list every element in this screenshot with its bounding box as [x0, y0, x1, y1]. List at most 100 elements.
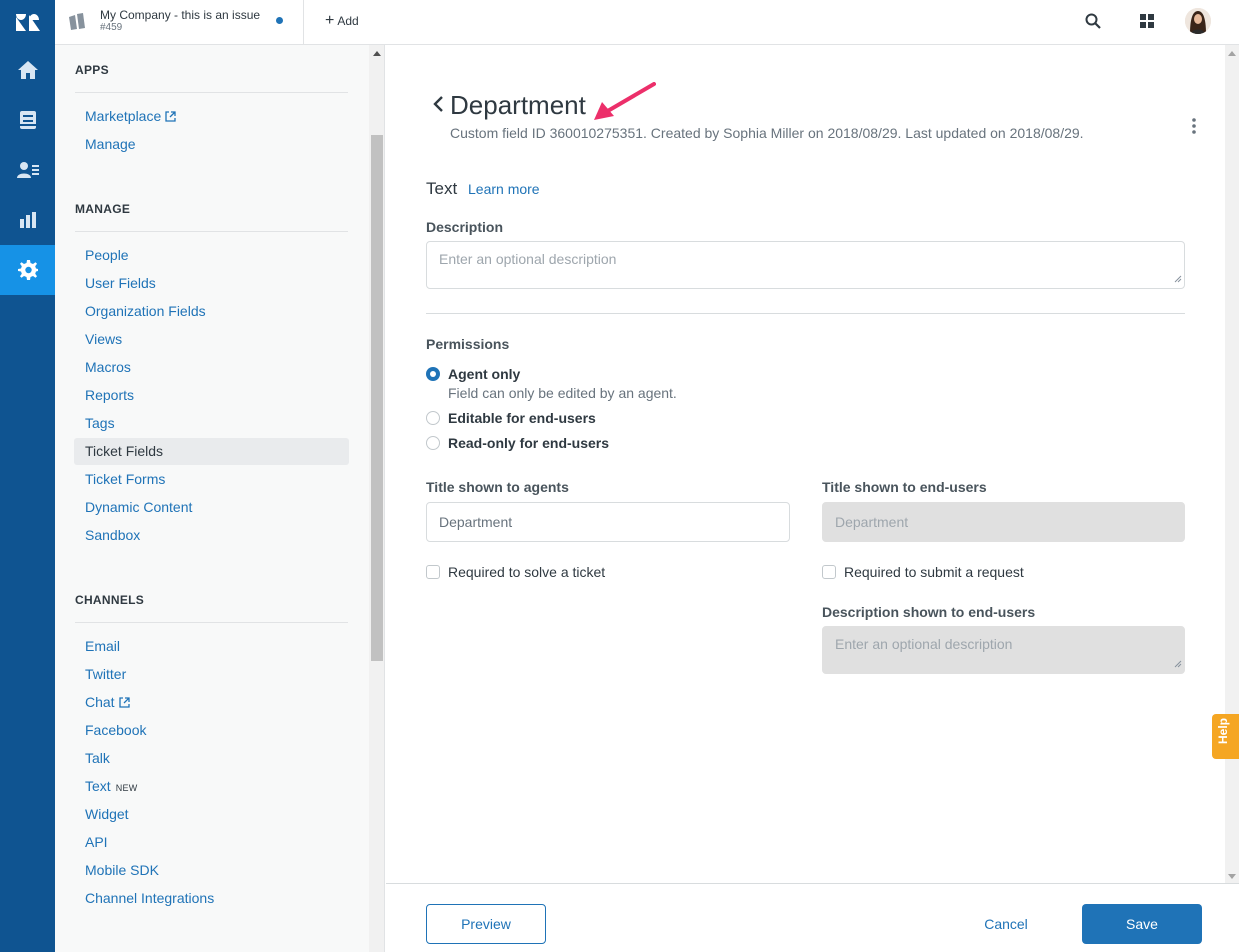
- sidebar-item-label: Marketplace: [85, 108, 162, 124]
- sidebar-item-chat[interactable]: Chat: [74, 689, 349, 716]
- sidebar-item-organization-fields[interactable]: Organization Fields: [74, 298, 349, 325]
- sidebar-item-reports[interactable]: Reports: [74, 382, 349, 409]
- sidebar-item-label: Organization Fields: [85, 303, 206, 319]
- sidebar-item-email[interactable]: Email: [74, 633, 349, 660]
- sidebar-item-marketplace[interactable]: Marketplace: [74, 103, 349, 130]
- reporting-icon[interactable]: [0, 195, 55, 245]
- external-link-icon: [118, 690, 130, 717]
- sidebar-item-label: Ticket Forms: [85, 471, 166, 487]
- sidebar-item-label: Macros: [85, 359, 131, 375]
- sidebar-item-label: Reports: [85, 387, 135, 403]
- sidebar-item-label: Facebook: [85, 722, 147, 738]
- sidebar-item-twitter[interactable]: Twitter: [74, 661, 349, 688]
- readonly-end-users-label[interactable]: Read-only for end-users: [448, 435, 609, 451]
- sidebar-item-user-fields[interactable]: User Fields: [74, 270, 349, 297]
- sidebar-item-channel-integrations[interactable]: Channel Integrations: [74, 885, 349, 912]
- sidebar-item-tags[interactable]: Tags: [74, 410, 349, 437]
- sidebar-item-talk[interactable]: Talk: [74, 745, 349, 772]
- scroll-up-arrow-icon[interactable]: [1228, 51, 1236, 56]
- sidebar-item-label: Twitter: [85, 666, 127, 682]
- ticket-tab-icon: [69, 13, 89, 36]
- editable-end-users-label[interactable]: Editable for end-users: [448, 410, 596, 426]
- sidebar-item-label: Email: [85, 638, 121, 654]
- sidebar-item-dynamic-content[interactable]: Dynamic Content: [74, 494, 349, 521]
- description-textarea[interactable]: Enter an optional description: [426, 241, 1185, 289]
- sidebar-item-label: Manage: [85, 136, 136, 152]
- apps-section-title: APPS: [75, 63, 109, 77]
- top-bar: My Company - this is an issue #459 + Add: [55, 0, 1239, 45]
- title-agents-input[interactable]: Department: [426, 502, 790, 542]
- sidebar-item-macros[interactable]: Macros: [74, 354, 349, 381]
- title-agents-label: Title shown to agents: [426, 479, 569, 495]
- ticket-tab[interactable]: My Company - this is an issue #459: [55, 0, 304, 45]
- scroll-up-arrow-icon[interactable]: [373, 51, 381, 56]
- sidebar-item-sandbox[interactable]: Sandbox: [74, 522, 349, 549]
- sidebar-item-label: Ticket Fields: [85, 443, 164, 459]
- required-solve-checkbox[interactable]: [426, 565, 440, 579]
- sidebar-item-label: Tags: [85, 415, 115, 431]
- plus-icon: +: [325, 12, 335, 29]
- resize-grip-icon: [1174, 655, 1182, 671]
- required-submit-checkbox[interactable]: [822, 565, 836, 579]
- title-end-users-label: Title shown to end-users: [822, 479, 987, 495]
- unsaved-dot: [276, 17, 283, 24]
- resize-grip-icon[interactable]: [1174, 270, 1182, 286]
- search-icon[interactable]: [1085, 13, 1101, 34]
- add-label: Add: [337, 14, 359, 28]
- sidebar-item-people[interactable]: People: [74, 242, 349, 269]
- zendesk-logo-icon[interactable]: [0, 0, 55, 45]
- page-title: Department: [450, 90, 586, 120]
- user-avatar[interactable]: [1185, 8, 1211, 34]
- save-button[interactable]: Save: [1082, 904, 1202, 944]
- sidebar-item-label: User Fields: [85, 275, 156, 291]
- agent-only-label[interactable]: Agent only: [448, 366, 520, 382]
- sidebar-item-label: Channel Integrations: [85, 890, 215, 906]
- sidebar-item-mobile-sdk[interactable]: Mobile SDK: [74, 857, 349, 884]
- agent-only-radio[interactable]: [426, 367, 440, 381]
- sidebar-item-label: Mobile SDK: [85, 862, 159, 878]
- tab-ticket-number: #459: [100, 22, 123, 33]
- learn-more-link[interactable]: Learn more: [468, 181, 540, 197]
- readonly-end-users-radio[interactable]: [426, 436, 440, 450]
- sidebar-item-manage[interactable]: Manage: [74, 131, 349, 158]
- views-icon[interactable]: [0, 95, 55, 145]
- back-chevron-icon[interactable]: [432, 95, 444, 118]
- sidebar-item-label: Text: [85, 778, 111, 794]
- description-label: Description: [426, 219, 504, 235]
- desc-end-users-placeholder: Enter an optional description: [835, 636, 1013, 652]
- sidebar-item-label: API: [85, 834, 108, 850]
- sidebar-item-widget[interactable]: Widget: [74, 801, 349, 828]
- divider: [75, 622, 348, 623]
- help-label: Help: [1216, 717, 1230, 744]
- sidebar-item-label: Dynamic Content: [85, 499, 193, 515]
- apps-grid-icon[interactable]: [1140, 14, 1154, 33]
- admin-gear-icon[interactable]: [0, 245, 55, 295]
- sidebar-item-label: Talk: [85, 750, 110, 766]
- sidebar-item-text[interactable]: Text NEW: [74, 773, 349, 800]
- help-button[interactable]: Help: [1212, 714, 1239, 759]
- sidebar-item-api[interactable]: API: [74, 829, 349, 856]
- external-link-icon: [165, 104, 176, 131]
- customers-icon[interactable]: [0, 145, 55, 195]
- scroll-down-arrow-icon[interactable]: [1228, 874, 1236, 879]
- preview-button[interactable]: Preview: [426, 904, 546, 944]
- divider: [426, 313, 1185, 314]
- sidebar-item-ticket-forms[interactable]: Ticket Forms: [74, 466, 349, 493]
- sidebar-item-ticket-fields[interactable]: Ticket Fields: [74, 438, 349, 465]
- sidebar-scrollbar-thumb[interactable]: [371, 135, 383, 661]
- sidebar-item-label: Views: [85, 331, 123, 347]
- sidebar-item-label: Chat: [85, 694, 115, 710]
- divider: [75, 92, 348, 93]
- required-submit-label[interactable]: Required to submit a request: [844, 564, 1024, 580]
- sidebar-item-label: Sandbox: [85, 527, 141, 543]
- add-button[interactable]: + Add: [325, 12, 359, 29]
- agent-only-hint: Field can only be edited by an agent.: [448, 385, 677, 401]
- field-type-label: Text: [426, 179, 458, 198]
- cancel-button[interactable]: Cancel: [968, 904, 1044, 944]
- required-solve-label[interactable]: Required to solve a ticket: [448, 564, 605, 580]
- sidebar-item-views[interactable]: Views: [74, 326, 349, 353]
- editable-end-users-radio[interactable]: [426, 411, 440, 425]
- sidebar-item-facebook[interactable]: Facebook: [74, 717, 349, 744]
- home-icon[interactable]: [0, 45, 55, 95]
- more-options-icon[interactable]: [1190, 118, 1198, 141]
